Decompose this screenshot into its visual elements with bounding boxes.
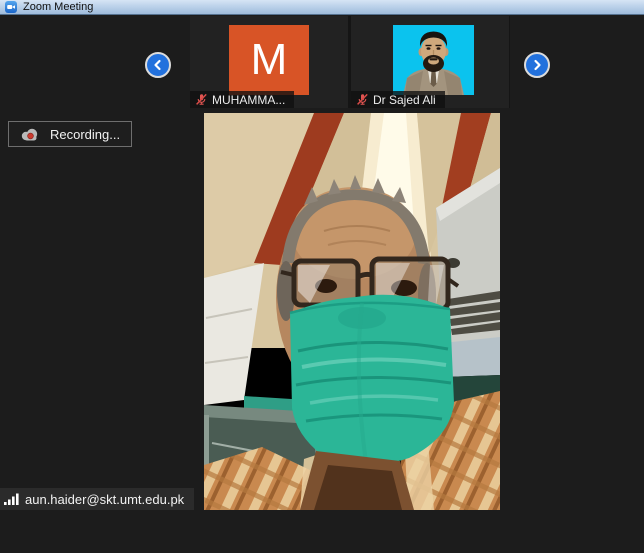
recording-label: Recording... bbox=[50, 127, 120, 142]
active-speaker-name-badge: aun.haider@skt.umt.edu.pk bbox=[0, 488, 194, 510]
window-title: Zoom Meeting bbox=[23, 1, 93, 13]
participant-filmstrip: M MUHAMMA... bbox=[190, 16, 510, 108]
cloud-recording-icon bbox=[20, 127, 40, 142]
main-speaker-video[interactable] bbox=[204, 113, 500, 510]
chevron-right-icon bbox=[531, 59, 543, 71]
speaker-video-frame bbox=[204, 113, 500, 510]
chevron-left-icon bbox=[152, 59, 164, 71]
previous-participants-button[interactable] bbox=[145, 52, 171, 78]
mic-muted-icon bbox=[195, 93, 208, 106]
next-participants-button[interactable] bbox=[524, 52, 550, 78]
participant-name: Dr Sajed Ali bbox=[373, 93, 436, 107]
recording-indicator: Recording... bbox=[8, 121, 132, 147]
participant-photo bbox=[393, 25, 474, 95]
participant-name-badge: Dr Sajed Ali bbox=[351, 91, 445, 108]
participant-name-badge: MUHAMMA... bbox=[190, 91, 294, 108]
zoom-meeting-window: Zoom Meeting M MUHAMMA... bbox=[0, 0, 644, 553]
zoom-app-icon bbox=[5, 1, 17, 13]
avatar-letter: M bbox=[251, 38, 288, 82]
participant-name: MUHAMMA... bbox=[212, 93, 285, 107]
window-titlebar[interactable]: Zoom Meeting bbox=[0, 0, 644, 15]
participant-thumbnail-dr-sajed-ali[interactable]: Dr Sajed Ali bbox=[351, 16, 509, 108]
mic-muted-icon bbox=[356, 93, 369, 106]
avatar: M bbox=[229, 25, 309, 95]
active-speaker-name: aun.haider@skt.umt.edu.pk bbox=[25, 492, 184, 507]
participant-thumbnail-muhammad[interactable]: M MUHAMMA... bbox=[190, 16, 348, 108]
network-signal-icon bbox=[4, 493, 19, 505]
